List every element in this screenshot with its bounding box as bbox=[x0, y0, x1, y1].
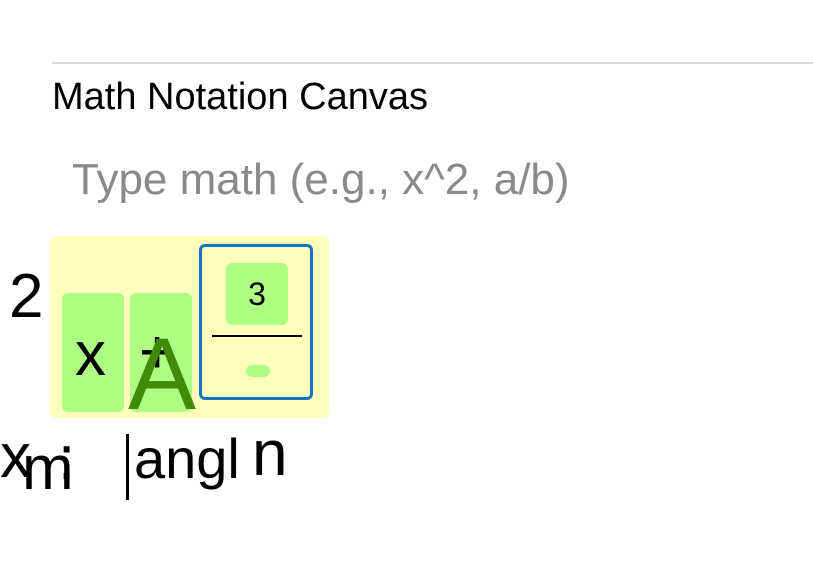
bottom-n: n bbox=[252, 417, 288, 489]
math-editor[interactable]: x + A 3 bbox=[50, 236, 329, 426]
bottom-colon: : bbox=[58, 424, 76, 493]
bottom-word: angl bbox=[134, 427, 240, 490]
fraction-box[interactable]: 3 bbox=[199, 244, 313, 400]
variable-token: x bbox=[75, 320, 106, 389]
header-divider bbox=[52, 62, 813, 64]
math-input[interactable] bbox=[62, 152, 672, 208]
page-title: Math Notation Canvas bbox=[52, 76, 428, 118]
fraction-numerator[interactable]: 3 bbox=[226, 263, 288, 325]
fraction-denominator[interactable] bbox=[246, 365, 270, 377]
exponent: 2 bbox=[9, 262, 44, 331]
text-caret bbox=[126, 434, 129, 500]
fraction-bar bbox=[212, 335, 302, 337]
cursor-glyph: A bbox=[128, 317, 197, 431]
